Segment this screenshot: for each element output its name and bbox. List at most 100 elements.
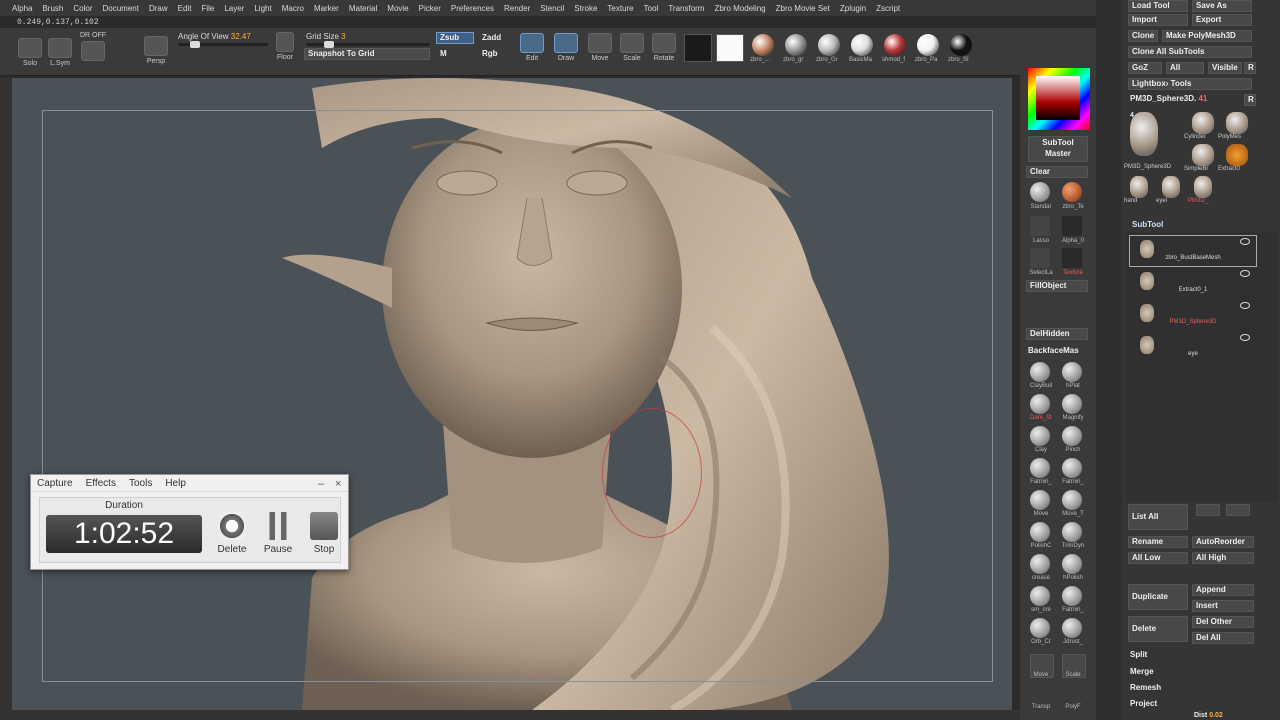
menu-item[interactable]: Document — [103, 4, 139, 13]
brush-icon[interactable] — [1062, 394, 1082, 414]
current-tool-slider[interactable]: PM3D_Sphere3D. 41 — [1130, 94, 1207, 103]
alpha-icon[interactable] — [1062, 216, 1082, 236]
tool-thumbnail[interactable] — [1192, 144, 1214, 166]
fill-object-button[interactable]: FillObject — [1026, 280, 1088, 292]
select-lasso-icon[interactable] — [1030, 248, 1050, 268]
material-swatch[interactable] — [950, 34, 972, 56]
brush-icon[interactable] — [1062, 618, 1082, 638]
material-swatch[interactable] — [851, 34, 873, 56]
goz-all-button[interactable]: All — [1166, 62, 1204, 74]
brush-icon[interactable] — [1030, 522, 1050, 542]
menu-item[interactable]: Marker — [314, 4, 339, 13]
recorder-stop-button[interactable]: Stop — [306, 512, 342, 555]
color-picker[interactable] — [1028, 68, 1090, 130]
subtool-item[interactable]: PM3D_Sphere3D — [1130, 300, 1256, 330]
menu-item[interactable]: Macro — [282, 4, 304, 13]
append-button[interactable]: Append — [1192, 584, 1254, 596]
recorder-menu-item[interactable]: Tools — [129, 478, 152, 489]
merge-section[interactable]: Merge — [1130, 667, 1154, 676]
eye-icon[interactable] — [1240, 302, 1250, 309]
menu-item[interactable]: Material — [349, 4, 377, 13]
menu-item[interactable]: Render — [504, 4, 530, 13]
brush-icon[interactable] — [1062, 458, 1082, 478]
eye-icon[interactable] — [1240, 238, 1250, 245]
brush-icon[interactable] — [1030, 618, 1050, 638]
menu-item[interactable]: Stroke — [574, 4, 597, 13]
grid-size-slider[interactable]: Grid Size 3 — [306, 32, 346, 41]
menu-item[interactable]: Layer — [224, 4, 244, 13]
brush-icon[interactable] — [1030, 490, 1050, 510]
menu-item[interactable]: Zscript — [876, 4, 900, 13]
subtool-item[interactable]: Extract0_1 — [1130, 268, 1256, 298]
tool-thumbnail[interactable] — [1192, 112, 1214, 134]
persp-button[interactable]: Persp — [144, 36, 168, 65]
brush-icon[interactable] — [1062, 586, 1082, 606]
tool-thumbnail[interactable] — [1226, 144, 1248, 166]
recorder-menu-item[interactable]: Help — [165, 478, 186, 489]
subtool-up-button[interactable] — [1196, 504, 1220, 516]
goz-button[interactable]: GoZ — [1128, 62, 1162, 74]
menu-item[interactable]: Stencil — [540, 4, 564, 13]
split-section[interactable]: Split — [1130, 650, 1147, 659]
tool-thumbnail[interactable] — [1130, 176, 1148, 198]
menu-item[interactable]: Alpha — [12, 4, 32, 13]
color-swatch-white[interactable] — [716, 34, 744, 62]
angle-slider-knob[interactable] — [190, 41, 200, 48]
subtool-item[interactable]: zbro_BustBaseMesh — [1129, 235, 1257, 267]
del-all-button[interactable]: Del All — [1192, 632, 1254, 644]
menu-item[interactable]: Color — [73, 4, 92, 13]
eye-icon[interactable] — [1240, 334, 1250, 341]
polyf-label[interactable]: PolyF — [1056, 704, 1090, 710]
brush-icon[interactable] — [1030, 426, 1050, 446]
menu-item[interactable]: Draw — [149, 4, 168, 13]
material-swatch[interactable] — [818, 34, 840, 56]
tool-thumbnail[interactable] — [1130, 112, 1158, 156]
color-picker-square[interactable] — [1036, 76, 1080, 120]
export-button[interactable]: Export — [1192, 14, 1252, 26]
draw-button[interactable]: Draw — [554, 33, 578, 62]
menu-item[interactable]: Edit — [178, 4, 192, 13]
brush-icon[interactable] — [1030, 362, 1050, 382]
brush-icon[interactable] — [1062, 490, 1082, 510]
remesh-section[interactable]: Remesh — [1130, 683, 1161, 692]
auto-reorder-button[interactable]: AutoReorder — [1192, 536, 1254, 548]
edit-button[interactable]: Edit — [520, 33, 544, 62]
goz-r-button[interactable]: R — [1244, 62, 1256, 74]
rgb-button[interactable]: Rgb — [478, 48, 508, 60]
dist-slider[interactable]: Dist 0.02 — [1194, 712, 1223, 719]
clone-all-subtools-button[interactable]: Clone All SubTools — [1128, 46, 1252, 58]
lsym-button[interactable]: L.Sym — [48, 38, 72, 67]
rotate-button[interactable]: Rotate — [652, 33, 676, 62]
recorder-menu-item[interactable]: Effects — [86, 478, 116, 489]
menu-item[interactable]: Texture — [607, 4, 633, 13]
duplicate-button[interactable]: Duplicate — [1128, 584, 1188, 610]
del-other-button[interactable]: Del Other — [1192, 616, 1254, 628]
recorder-menu-item[interactable]: Capture — [37, 478, 73, 489]
make-polymesh-button[interactable]: Make PolyMesh3D — [1162, 30, 1252, 42]
texture-material-icon[interactable] — [1062, 182, 1082, 202]
brush-icon[interactable] — [1062, 554, 1082, 574]
all-high-button[interactable]: All High — [1192, 552, 1254, 564]
insert-button[interactable]: Insert — [1192, 600, 1254, 612]
tool-thumbnail[interactable] — [1194, 176, 1212, 198]
menu-item[interactable]: Zplugin — [840, 4, 866, 13]
brush-icon[interactable] — [1062, 362, 1082, 382]
tool-r-button[interactable]: R — [1244, 94, 1256, 106]
dynamic-button[interactable]: DR OFF — [80, 32, 106, 63]
solo-button[interactable]: Solo — [18, 38, 42, 67]
subtool-master-button[interactable]: SubTool Master — [1028, 136, 1088, 162]
load-tool-button[interactable]: Load Tool — [1128, 0, 1188, 12]
list-all-button[interactable]: List All — [1128, 504, 1188, 530]
menu-item[interactable]: Zbro Modeling — [714, 4, 765, 13]
grid-slider-knob[interactable] — [324, 41, 334, 48]
recorder-delete-button[interactable]: Delete — [214, 512, 250, 555]
save-as-button[interactable]: Save As — [1192, 0, 1252, 12]
brush-icon[interactable] — [1062, 522, 1082, 542]
menu-item[interactable]: File — [201, 4, 214, 13]
all-low-button[interactable]: All Low — [1128, 552, 1188, 564]
brush-icon[interactable] — [1062, 426, 1082, 446]
texture-icon[interactable] — [1062, 248, 1082, 268]
eye-icon[interactable] — [1240, 270, 1250, 277]
floor-button[interactable]: Floor — [276, 32, 294, 61]
zsub-button[interactable]: Zsub — [436, 32, 474, 44]
